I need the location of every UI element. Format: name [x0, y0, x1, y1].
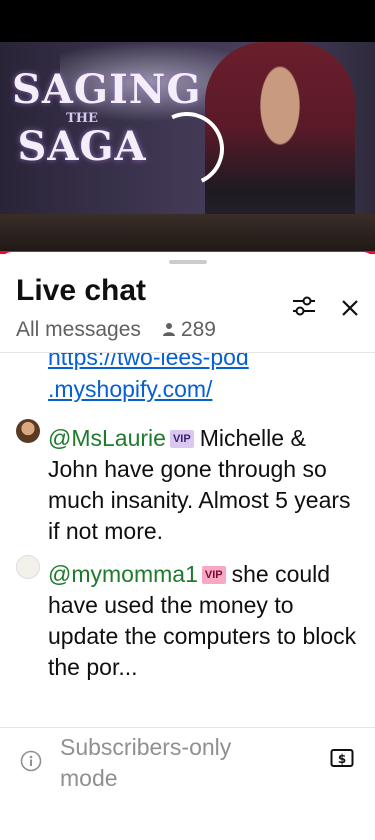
video-player[interactable]: SAGING THE SAGA	[0, 42, 375, 254]
chat-message-list[interactable]: https://two-lees-pod .myshopify.com/ @Ms…	[0, 353, 375, 727]
chat-message-body: @mymomma1 VIP she could have used the mone…	[48, 559, 358, 683]
info-icon	[20, 750, 42, 777]
sliders-icon[interactable]	[292, 296, 316, 321]
title-art-line1: SAGING	[12, 66, 202, 113]
avatar[interactable]	[16, 555, 40, 579]
chat-filter-dropdown[interactable]: All messages	[16, 318, 141, 342]
chat-author[interactable]: @mymomma1	[48, 561, 198, 587]
super-chat-icon[interactable]: $	[330, 748, 354, 773]
shop-link-line2[interactable]: .myshopify.com/	[48, 373, 212, 405]
avatar[interactable]	[16, 419, 40, 443]
page-title: Live chat	[16, 274, 147, 307]
viewer-count: 289	[180, 318, 216, 341]
super-chat-symbol: $	[338, 752, 346, 766]
chat-footer: Subscribers-only mode $	[0, 727, 375, 840]
vip-badge: VIP	[201, 566, 226, 584]
chat-author[interactable]: @MsLaurie	[48, 425, 166, 451]
shop-link-line1[interactable]: https://two-lees-pod	[48, 353, 249, 373]
live-chat-panel: Live chat All messages 289 https://two-l…	[0, 252, 375, 840]
drag-handle[interactable]	[169, 260, 207, 264]
subscribers-only-notice: Subscribers-only mode	[60, 734, 232, 791]
table-decoration	[0, 214, 375, 254]
chat-subheader: All messages 289	[16, 318, 216, 342]
chat-message-body: @MsLaurie VIP Michelle & John have gone th…	[48, 423, 358, 547]
vip-badge: VIP	[169, 430, 194, 448]
close-icon[interactable]	[340, 298, 360, 323]
person-icon	[162, 318, 175, 342]
title-art-line3: SAGA	[17, 123, 147, 170]
video-title-art: SAGING THE SAGA	[12, 66, 202, 170]
status-bar	[0, 0, 375, 42]
